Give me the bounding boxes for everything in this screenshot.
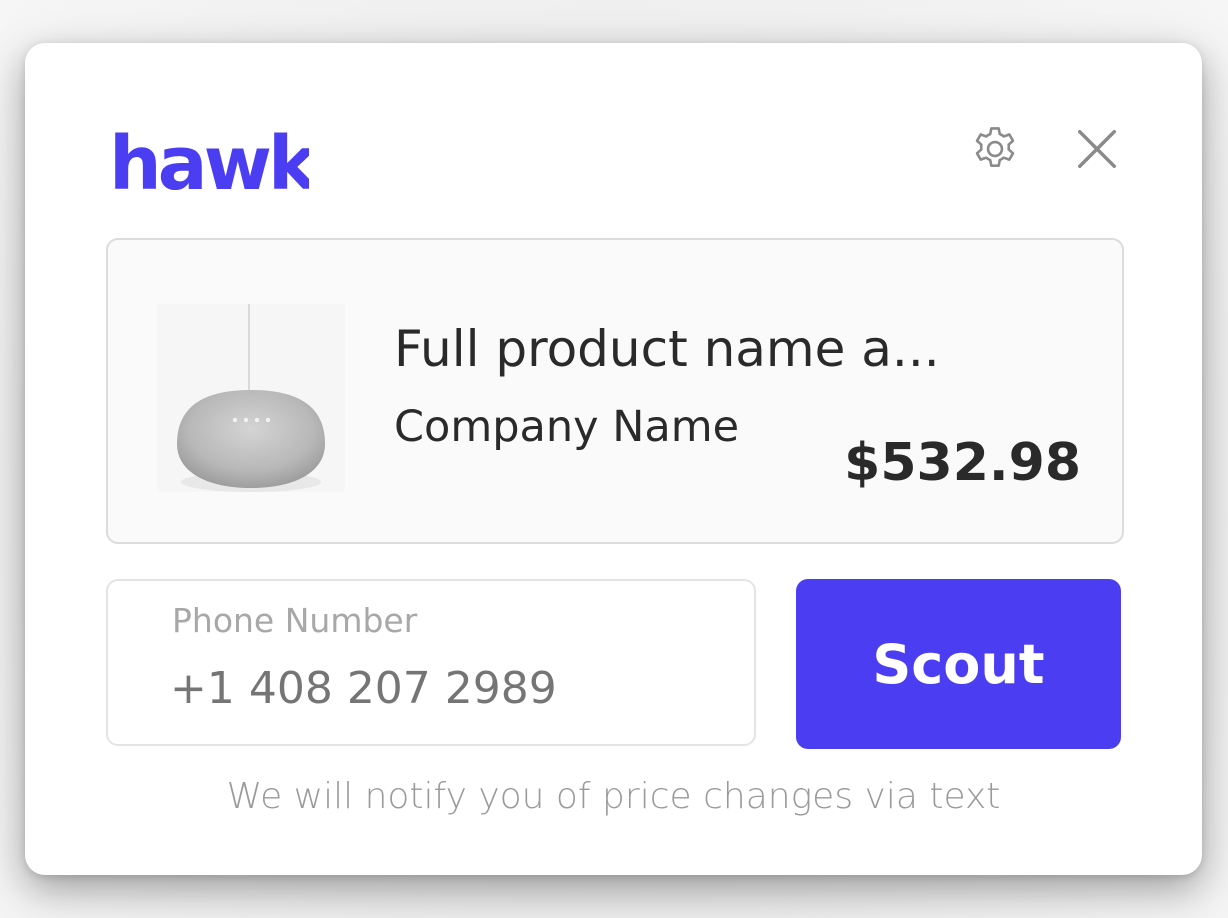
notify-notice: We will notify you of price changes via … — [226, 776, 1001, 817]
hawk-logo: hawk — [109, 115, 323, 207]
product-price: $532.98 — [844, 433, 1081, 493]
gear-icon — [975, 127, 1015, 167]
phone-number-field[interactable]: Phone Number +1 408 207 2989 — [106, 579, 756, 746]
product-card: Full product name a... Company Name $532… — [106, 238, 1124, 544]
svg-text:hawk: hawk — [109, 121, 309, 205]
product-image — [157, 304, 345, 492]
phone-number-label: Phone Number — [172, 601, 418, 640]
close-icon — [1078, 130, 1116, 168]
settings-button[interactable] — [965, 119, 1025, 179]
close-button[interactable] — [1067, 119, 1127, 179]
scout-button[interactable]: Scout — [796, 579, 1121, 749]
company-name: Company Name — [394, 402, 740, 452]
hawk-popup: hawk Full product name a... Company Name… — [25, 43, 1202, 875]
smart-speaker-image — [157, 304, 345, 492]
product-name: Full product name a... — [394, 320, 940, 378]
phone-number-value[interactable]: +1 408 207 2989 — [170, 663, 557, 714]
hawk-logo-mark: hawk — [109, 121, 323, 207]
